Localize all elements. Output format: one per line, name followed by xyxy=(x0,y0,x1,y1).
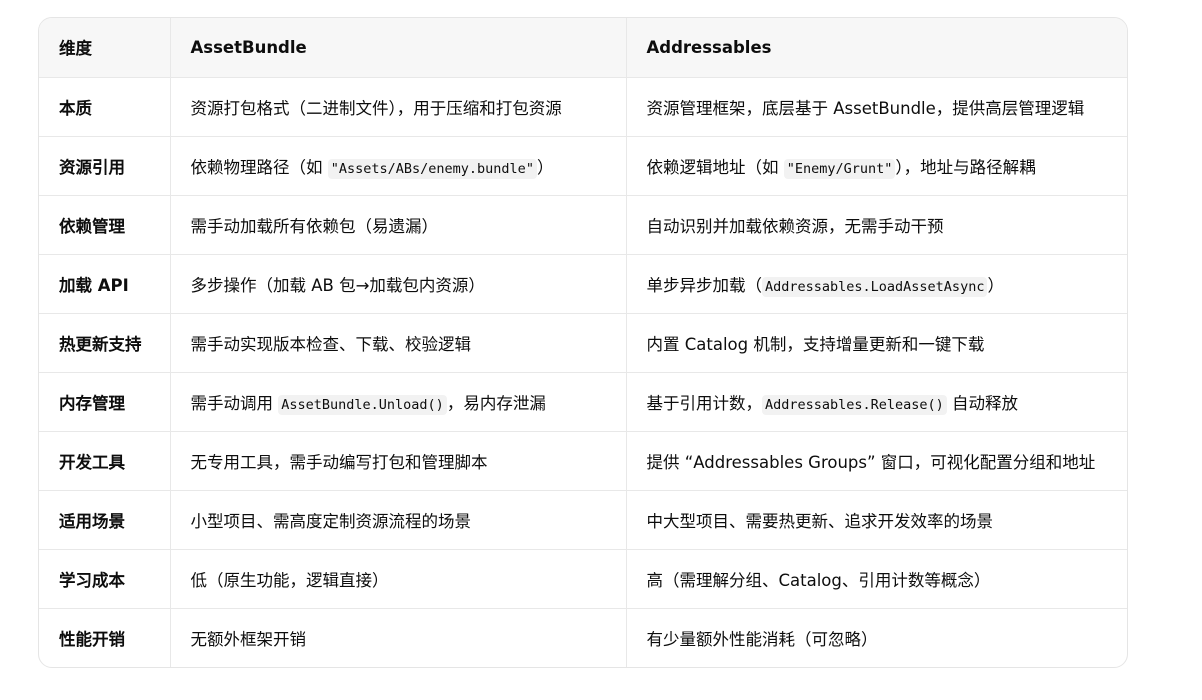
table-row: 适用场景 小型项目、需高度定制资源流程的场景 中大型项目、需要热更新、追求开发效率的… xyxy=(39,490,1127,550)
cell-text: 基于引用计数， xyxy=(646,393,763,413)
inline-code: Addressables.LoadAssetAsync xyxy=(762,276,988,297)
cell-addressables: 有少量额外性能消耗（可忽略） xyxy=(625,608,1127,667)
cell-addressables: 内置 Catalog 机制，支持增量更新和一键下载 xyxy=(625,313,1127,373)
table-row: 资源引用 依赖物理路径（如 "Assets/ABs/enemy.bundle"）依… xyxy=(39,136,1127,196)
cell-addressables: 提供 “Addressables Groups” 窗口，可视化配置分组和地址 xyxy=(625,431,1127,491)
cell-addressables: 单步异步加载（ Addressables.LoadAssetAsync） xyxy=(625,254,1127,314)
row-dimension: 本质 xyxy=(39,77,170,137)
cell-assetbundle: 需手动加载所有依赖包（易遗漏） xyxy=(169,195,626,255)
row-dimension: 学习成本 xyxy=(39,549,170,609)
table-header: 维度 AssetBundle Addressables xyxy=(39,18,1127,78)
cell-text: 资源管理框架，底层基于 AssetBundle，提供高层管理逻辑 xyxy=(646,98,1085,118)
comparison-table: 维度 AssetBundle Addressables 本质 资源打包格式（二进制… xyxy=(39,18,1127,667)
cell-text: 依赖逻辑地址（如 xyxy=(646,157,784,177)
row-dimension: 适用场景 xyxy=(39,490,170,550)
cell-text: 需手动实现版本检查、下载、校验逻辑 xyxy=(190,334,472,354)
cell-assetbundle: 需手动调用 AssetBundle.Unload() ，易内存泄漏 xyxy=(169,372,626,432)
cell-text: 提供 “Addressables Groups” 窗口，可视化配置分组和地址 xyxy=(646,452,1096,472)
header-assetbundle: AssetBundle xyxy=(169,18,626,78)
table-row: 性能开销 无额外框架开销 有少量额外性能消耗（可忽略） xyxy=(39,608,1127,667)
cell-text: 多步操作（加载 AB 包→加载包内资源） xyxy=(190,275,485,295)
table-row: 内存管理 需手动调用 AssetBundle.Unload() ，易内存泄漏 基于引用… xyxy=(39,372,1127,432)
cell-text: 自动识别并加载依赖资源，无需手动干预 xyxy=(646,216,944,236)
cell-assetbundle: 低（原生功能，逻辑直接） xyxy=(169,549,626,609)
cell-assetbundle: 多步操作（加载 AB 包→加载包内资源） xyxy=(169,254,626,314)
row-dimension: 开发工具 xyxy=(39,431,170,491)
table-row: 热更新支持 需手动实现版本检查、下载、校验逻辑 内置 Catalog 机制，支持增量… xyxy=(39,313,1127,373)
row-dimension: 热更新支持 xyxy=(39,313,170,373)
cell-text: ），地址与路径解耦 xyxy=(895,157,1036,177)
cell-assetbundle: 依赖物理路径（如 "Assets/ABs/enemy.bundle"） xyxy=(169,136,626,196)
row-dimension: 资源引用 xyxy=(39,136,170,196)
row-dimension: 依赖管理 xyxy=(39,195,170,255)
cell-text: 无额外框架开销 xyxy=(190,629,307,649)
cell-assetbundle: 无额外框架开销 xyxy=(169,608,626,667)
table-row: 本质 资源打包格式（二进制文件），用于压缩和打包资源 资源管理框架，底层基于 Ass… xyxy=(39,77,1127,137)
cell-addressables: 中大型项目、需要热更新、追求开发效率的场景 xyxy=(625,490,1127,550)
table-row: 学习成本 低（原生功能，逻辑直接） 高（需理解分组、Catalog、引用计数等概念） xyxy=(39,549,1127,609)
inline-code: AssetBundle.Unload() xyxy=(278,394,447,415)
cell-text: 小型项目、需高度定制资源流程的场景 xyxy=(190,511,472,531)
cell-assetbundle: 资源打包格式（二进制文件），用于压缩和打包资源 xyxy=(169,77,626,137)
cell-text: ，易内存泄漏 xyxy=(446,393,546,413)
row-dimension: 性能开销 xyxy=(59,629,125,649)
inline-code: "Enemy/Grunt" xyxy=(783,158,896,179)
cell-addressables: 依赖逻辑地址（如 "Enemy/Grunt" ），地址与路径解耦 xyxy=(625,136,1127,196)
cell-addressables: 基于引用计数， Addressables.Release() 自动释放 xyxy=(625,372,1127,432)
cell-assetbundle: 需手动实现版本检查、下载、校验逻辑 xyxy=(169,313,626,373)
cell-addressables: 资源管理框架，底层基于 AssetBundle，提供高层管理逻辑 xyxy=(625,77,1127,137)
cell-text: 需手动调用 xyxy=(190,393,279,413)
header-addressables: Addressables xyxy=(625,18,1127,78)
cell-assetbundle: 无专用工具，需手动编写打包和管理脚本 xyxy=(169,431,626,491)
comparison-table-container: 维度 AssetBundle Addressables 本质 资源打包格式（二进制… xyxy=(38,17,1128,668)
table-row: 加载 API 多步操作（加载 AB 包→加载包内资源） 单步异步加载（ Address… xyxy=(39,254,1127,314)
cell-text: ） xyxy=(536,157,554,177)
cell-text: 自动释放 xyxy=(946,393,1019,413)
row-dimension: 加载 API xyxy=(39,254,170,314)
cell-text: 无专用工具，需手动编写打包和管理脚本 xyxy=(190,452,488,472)
inline-code: Addressables.Release() xyxy=(762,394,947,415)
cell-text: 内置 Catalog 机制，支持增量更新和一键下载 xyxy=(646,334,985,354)
cell-addressables: 高（需理解分组、Catalog、引用计数等概念） xyxy=(625,549,1127,609)
row-dimension: 内存管理 xyxy=(39,372,170,432)
table-row: 依赖管理 需手动加载所有依赖包（易遗漏） 自动识别并加载依赖资源，无需手动干预 xyxy=(39,195,1127,255)
cell-text: 中大型项目、需要热更新、追求开发效率的场景 xyxy=(646,511,994,531)
cell-text: 资源打包格式（二进制文件），用于压缩和打包资源 xyxy=(190,98,562,118)
cell-text: 单步异步加载（ xyxy=(646,275,763,295)
table-body: 本质 资源打包格式（二进制文件），用于压缩和打包资源 资源管理框架，底层基于 Ass… xyxy=(39,77,1127,667)
inline-code: "Assets/ABs/enemy.bundle" xyxy=(327,158,537,179)
cell-text: 低（原生功能，逻辑直接） xyxy=(190,570,389,590)
cell-assetbundle: 小型项目、需高度定制资源流程的场景 xyxy=(169,490,626,550)
cell-text: 有少量额外性能消耗（可忽略） xyxy=(646,629,878,649)
cell-text: ） xyxy=(987,275,1004,295)
header-dimension: 维度 xyxy=(39,18,170,78)
table-row: 开发工具 无专用工具，需手动编写打包和管理脚本 提供 “Addressables G… xyxy=(39,431,1127,491)
cell-text: 高（需理解分组、Catalog、引用计数等概念） xyxy=(646,570,991,590)
cell-addressables: 自动识别并加载依赖资源，无需手动干预 xyxy=(625,195,1127,255)
header-row: 维度 AssetBundle Addressables xyxy=(39,18,1127,78)
cell-text: 需手动加载所有依赖包（易遗漏） xyxy=(190,216,439,236)
cell-text: 依赖物理路径（如 xyxy=(190,157,328,177)
